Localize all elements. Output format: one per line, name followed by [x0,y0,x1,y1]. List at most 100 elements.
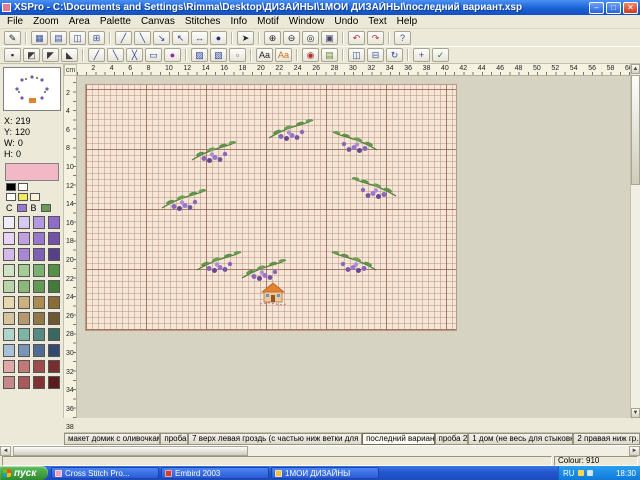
palette-color-swatch[interactable] [33,216,45,229]
palette-color-swatch[interactable] [18,312,30,325]
palette-color-swatch[interactable] [33,360,45,373]
menu-item-area[interactable]: Area [64,16,95,27]
palette-color-swatch[interactable] [18,248,30,261]
move-tool-icon[interactable]: ↔ [191,31,208,45]
horizontal-scrollbar[interactable]: ◄ ► [0,445,640,456]
palette-color-swatch[interactable] [48,216,60,229]
backstitch-icon[interactable]: ╱ [88,48,105,62]
grid-window-icon[interactable]: ◫ [69,31,86,45]
tray-icon-1[interactable] [578,470,584,476]
olive-branch-motif[interactable] [161,185,207,218]
pattern-grid[interactable] [85,84,457,331]
text-color-icon[interactable]: Aa [275,48,292,62]
start-button[interactable]: пуск [0,466,48,480]
check-icon[interactable]: ✓ [432,48,449,62]
erase-tool-icon[interactable]: ▫ [229,48,246,62]
paste-frame-icon[interactable]: ▤ [50,31,67,45]
palette-color-swatch[interactable] [33,312,45,325]
cross-stitch-icon[interactable]: ╳ [126,48,143,62]
select-arrow-icon[interactable]: ➤ [237,31,254,45]
palette-color-swatch[interactable] [33,376,45,389]
color-swatch[interactable] [30,193,40,201]
palette-color-swatch[interactable] [3,360,15,373]
selected-color-swatch[interactable] [5,163,59,181]
redo-icon[interactable]: ↷ [367,31,384,45]
tray-icon-2[interactable] [587,470,593,476]
text-tool-icon[interactable]: Aa [256,48,273,62]
palette-color-swatch[interactable] [3,264,15,277]
menu-item-canvas[interactable]: Canvas [136,16,180,27]
olive-branch-motif[interactable] [191,137,237,170]
canvas-area[interactable] [77,76,630,418]
menu-item-palette[interactable]: Palette [95,16,136,27]
palette-color-swatch[interactable] [33,296,45,309]
palette-color-swatch[interactable] [18,376,30,389]
mirror-horizontal-icon[interactable]: ◫ [348,48,365,62]
palette-color-swatch[interactable] [18,296,30,309]
olive-branch-motif[interactable] [351,173,397,206]
palette-color-swatch[interactable] [33,248,45,261]
scroll-right-arrow-icon[interactable]: ► [629,446,640,456]
palette-color-swatch[interactable] [18,264,30,277]
palette-color-swatch[interactable] [33,280,45,293]
palette-color-swatch[interactable] [18,344,30,357]
palette-color-swatch[interactable] [3,344,15,357]
color-swatch[interactable] [6,183,16,191]
rotate-icon[interactable]: ↻ [386,48,403,62]
palette-color-swatch[interactable] [48,280,60,293]
menu-item-file[interactable]: File [2,16,28,27]
menu-item-undo[interactable]: Undo [329,16,363,27]
language-indicator[interactable]: RU [563,469,575,478]
three-quarter-stitch-icon[interactable]: ◣ [61,48,78,62]
title-bar[interactable]: XSPro - C:\Documents and Settings\Rimma\… [0,0,640,15]
zoom-out-icon[interactable]: ⊖ [283,31,300,45]
olive-branch-motif[interactable] [332,127,378,160]
help-icon[interactable]: ? [394,31,411,45]
scroll-left-arrow-icon[interactable]: ◄ [0,446,11,456]
close-button[interactable]: ✕ [623,2,638,14]
palette-color-swatch[interactable] [18,216,30,229]
olive-branch-motif[interactable] [268,115,314,148]
scroll-up-arrow-icon[interactable]: ▲ [631,64,640,74]
copy-frame-icon[interactable]: ▦ [31,31,48,45]
undo-icon[interactable]: ↶ [348,31,365,45]
long-stitch-icon[interactable]: ╲ [107,48,124,62]
full-stitch-icon[interactable]: ▪ [4,48,21,62]
pattern-tab-1[interactable]: макет домик с оливочками [64,433,160,445]
design-preview[interactable] [3,67,61,111]
palette-color-swatch[interactable] [18,360,30,373]
palette-color-swatch[interactable] [48,264,60,277]
color-swatch[interactable] [18,193,28,201]
maximize-button[interactable]: □ [606,2,621,14]
taskbar-task-1[interactable]: Cross Stitch Pro... [51,467,159,479]
minimize-button[interactable]: – [589,2,604,14]
palette-color-swatch[interactable] [18,280,30,293]
color-swatch[interactable] [6,193,16,201]
pattern-fill-icon[interactable]: ▧ [210,48,227,62]
palette-color-swatch[interactable] [33,232,45,245]
half-stitch-icon[interactable]: ◩ [23,48,40,62]
pattern-tab-3[interactable]: 7 верх левая гроздь (с частью ниж ветки … [188,433,362,445]
palette-color-swatch[interactable] [48,360,60,373]
house-motif[interactable] [258,280,288,311]
menu-item-motif[interactable]: Motif [252,16,284,27]
palette-color-swatch[interactable] [18,328,30,341]
quarter-stitch-icon[interactable]: ◤ [42,48,59,62]
taskbar-task-3[interactable]: 1МОИ ДИЗАЙНЫ [271,467,379,479]
add-chart-icon[interactable]: ⊞ [88,31,105,45]
thread-tool-icon[interactable]: + [413,48,430,62]
backstitch-ne-icon[interactable]: ╱ [115,31,132,45]
pencil-tool-icon[interactable]: ✎ [4,31,21,45]
palette-color-swatch[interactable] [33,328,45,341]
menu-item-info[interactable]: Info [225,16,252,27]
pattern-tab-5[interactable]: проба 2 [435,433,469,445]
menu-item-stitches[interactable]: Stitches [180,16,226,27]
palette-color-swatch[interactable] [3,216,15,229]
menu-item-window[interactable]: Window [284,16,330,27]
pattern-tab-2[interactable]: проба [160,433,188,445]
pattern-tab-6[interactable]: 1 дом (не весь для стыковки) [468,433,573,445]
taskbar-task-2[interactable]: Embird 2003 [161,467,269,479]
knot-tool-icon[interactable]: ● [210,31,227,45]
palette-color-swatch[interactable] [48,344,60,357]
palette-color-swatch[interactable] [33,344,45,357]
